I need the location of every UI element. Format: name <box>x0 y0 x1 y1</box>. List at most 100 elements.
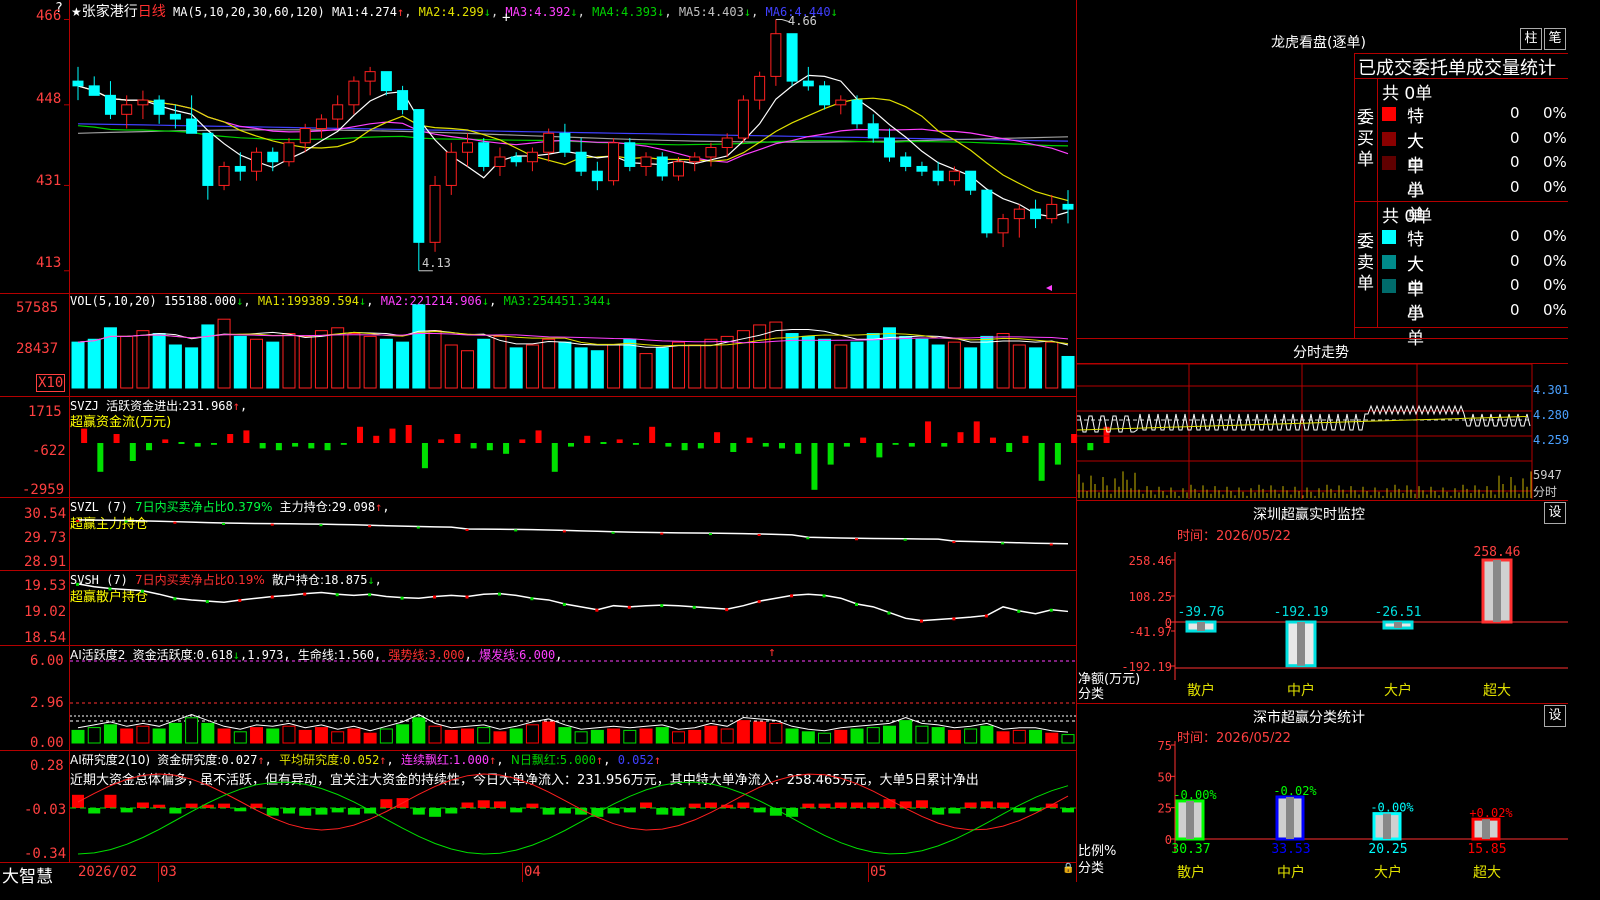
retail-position-dot <box>76 582 79 586</box>
main-position-chart[interactable] <box>0 498 1077 570</box>
candlestick-chart[interactable]: + <box>0 0 1077 293</box>
activity-bar <box>785 728 799 744</box>
legend-swatch <box>1382 156 1396 170</box>
activity-bar <box>720 728 734 744</box>
ai-research-chart[interactable] <box>0 751 1077 862</box>
class-bar-value: 15.85 <box>1467 842 1506 857</box>
intraday-vol: 5947 <box>1533 468 1562 482</box>
volume-bar <box>266 341 280 389</box>
candle-body <box>819 85 831 106</box>
flow-bar <box>551 443 558 472</box>
retail-position-dot <box>433 595 437 599</box>
retail-position-dot <box>368 593 372 597</box>
retail-position-dot <box>627 605 631 609</box>
candle-body <box>332 104 344 120</box>
main-position-dot <box>416 526 420 529</box>
main-position-dot <box>173 521 177 524</box>
retail-position-dot <box>790 594 794 598</box>
volume-chart[interactable] <box>0 294 1077 396</box>
ai-activity-chart[interactable] <box>0 646 1077 750</box>
retail-position-dot <box>1017 609 1021 613</box>
research-bar <box>980 801 993 808</box>
research-bar <box>445 808 458 814</box>
order-cell-v: 0 <box>1510 153 1520 171</box>
lock-icon[interactable]: 🔒 <box>1062 863 1074 874</box>
retail-position-dot <box>952 617 956 621</box>
volume-bar <box>558 341 572 389</box>
sell-side-label: 委卖单 <box>1357 232 1374 294</box>
volume-bar <box>574 347 588 389</box>
retail-position-dot <box>335 593 339 597</box>
activity-bar <box>87 727 101 744</box>
retail-position-dot <box>919 619 923 623</box>
flow-bar <box>1054 443 1061 465</box>
class-bar-shade <box>1482 819 1490 839</box>
buy-side-label: 委买单 <box>1357 108 1374 170</box>
volume-bar <box>931 344 945 389</box>
activity-bar <box>428 725 442 744</box>
research-bar <box>883 799 896 808</box>
flow-bar <box>860 437 867 443</box>
retail-position-dot <box>238 598 242 602</box>
volume-bar <box>1045 341 1059 389</box>
activity-bar <box>298 729 312 744</box>
flow-bar <box>584 435 591 443</box>
research-bar <box>72 794 84 808</box>
activity-bar <box>347 728 361 744</box>
research-bar <box>623 808 636 813</box>
retail-position-dot <box>465 595 469 599</box>
main-position-dot <box>76 519 79 522</box>
research-bar <box>899 801 912 808</box>
class-y-tick: 75 <box>1158 739 1172 753</box>
flow-bar <box>373 435 380 443</box>
activity-bar <box>915 725 929 744</box>
flow-bar <box>275 443 282 451</box>
flow-bar <box>746 437 753 443</box>
main-position-line <box>77 519 1069 545</box>
flow-bar <box>405 425 412 443</box>
activity-bar <box>493 731 507 744</box>
activity-bar <box>623 729 637 744</box>
monitor-y-tick: 258.46 <box>1129 554 1172 568</box>
monitor-bar-label: -192.19 <box>1274 605 1329 620</box>
activity-bar <box>850 728 864 744</box>
flow-bar <box>129 443 136 461</box>
volume-bar <box>152 333 166 389</box>
retail-position-dot <box>205 600 209 604</box>
low-price-label: 4.13 <box>422 256 451 270</box>
chart-area[interactable]: ? ★张家港行日线 MA(5,10,20,30,60,120) MA1:4.27… <box>0 0 1110 887</box>
research-bar <box>997 802 1010 808</box>
activity-bar <box>444 729 458 744</box>
buy-total: 共 0单 <box>1382 84 1433 104</box>
retail-position-dot <box>270 595 274 599</box>
fund-flow-chart[interactable] <box>0 397 1110 497</box>
sz-class-chart[interactable]: 7550250-0.00%30.37散户-0.02%33.53中户-0.00%2… <box>1077 703 1568 882</box>
intraday-chart[interactable] <box>1076 363 1568 500</box>
monitor-bar-label: -39.76 <box>1178 605 1225 620</box>
flow-bar <box>389 428 396 443</box>
candle-body <box>981 189 993 234</box>
activity-bar <box>688 729 702 744</box>
class-category: 中户 <box>1277 864 1305 881</box>
app-name: 大智慧 <box>2 867 53 887</box>
volume-bar <box>785 333 799 389</box>
activity-bar <box>558 727 572 744</box>
candle-body <box>932 170 944 182</box>
flow-bar <box>113 434 120 443</box>
class-bar-shade <box>1383 813 1391 839</box>
volume-bar <box>1029 347 1043 389</box>
order-cell-p: 0% <box>1543 104 1567 122</box>
candle-body <box>169 113 181 120</box>
candle-body <box>380 71 392 92</box>
volume-bar <box>201 324 215 389</box>
flow-bar <box>730 443 737 452</box>
tick-view-button[interactable]: 笔 <box>1544 28 1566 50</box>
sz-monitor-chart[interactable]: 258.46108.250-41.97-192.19-39.76散户-192.1… <box>1077 500 1568 700</box>
flow-bar <box>227 434 234 443</box>
bar-view-button[interactable]: 柱 <box>1520 28 1542 50</box>
retail-position-chart[interactable] <box>0 571 1077 645</box>
legend-swatch <box>1382 131 1396 146</box>
research-bar <box>282 808 295 814</box>
flow-bar <box>941 443 948 447</box>
candle-body <box>689 156 701 163</box>
